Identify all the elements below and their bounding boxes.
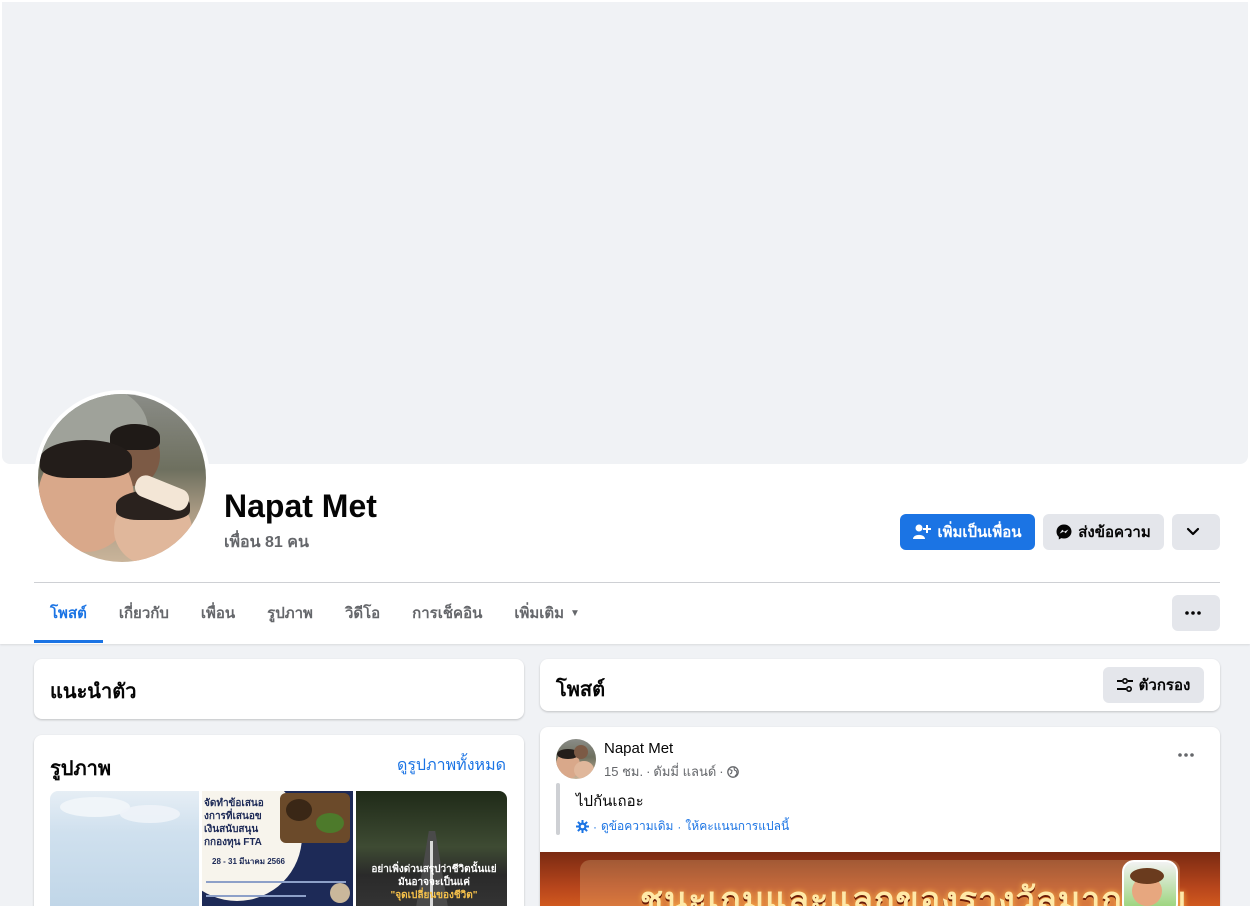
tab-more[interactable]: เพิ่มเติม ▼	[498, 583, 596, 643]
more-actions-button[interactable]	[1172, 514, 1220, 550]
post-author-avatar[interactable]	[556, 739, 596, 779]
photos-card: รูปภาพ ดูรูปภาพทั้งหมด จัดทำข้อเสนอ งการ…	[34, 735, 524, 906]
meta-separator: ·	[593, 819, 597, 834]
filter-label: ตัวกรอง	[1138, 677, 1191, 694]
post-image[interactable]: ชนะเกมและแลกของรางวัลมากมาย	[540, 852, 1220, 906]
more-horizontal-icon	[1185, 611, 1201, 615]
tab-more-label: เพิ่มเติม	[514, 605, 565, 622]
messenger-icon	[1056, 524, 1072, 540]
globe-icon	[726, 765, 739, 778]
see-original-link[interactable]: ดูข้อความเดิม	[601, 817, 673, 836]
translation-bar	[556, 783, 560, 835]
profile-avatar[interactable]	[34, 390, 210, 566]
photo-caption-line: งการที่เสนอข	[204, 811, 262, 822]
rate-translation-link[interactable]: ให้คะแนนการแปลนี้	[685, 817, 789, 836]
photo-caption-line: กกองทุน FTA	[204, 837, 262, 848]
photo-caption-line: "จุดเปลี่ยนของชีวิต"	[390, 890, 478, 901]
see-all-photos-link[interactable]: ดูรูปภาพทั้งหมด	[397, 753, 506, 778]
message-button[interactable]: ส่งข้อความ	[1043, 514, 1164, 550]
tabs-more-button[interactable]	[1172, 595, 1220, 631]
tab-photos-label: รูปภาพ	[267, 605, 313, 622]
tab-videos[interactable]: วิดีโอ	[329, 583, 396, 643]
tab-checkins[interactable]: การเช็คอิน	[396, 583, 498, 643]
photo-thumbnail[interactable]: จัดทำข้อเสนอ งการที่เสนอข เงินสนับสนุน ก…	[202, 791, 353, 906]
profile-name: Napat Met	[224, 488, 377, 524]
post-card: Napat Met 15 ชม. · ดัมมี่ แลนด์ · ไปกันเ…	[540, 727, 1220, 906]
profile-picture	[38, 394, 206, 562]
filter-button[interactable]: ตัวกรอง	[1103, 667, 1204, 703]
add-friend-label: เพิ่มเป็นเพื่อน	[937, 524, 1022, 541]
gear-icon	[576, 820, 589, 833]
tab-friends-label: เพื่อน	[200, 605, 236, 622]
more-horizontal-icon	[1178, 753, 1194, 757]
caret-down-icon: ▼	[570, 607, 580, 619]
game-app-icon	[1122, 860, 1178, 906]
post-location[interactable]: ดัมมี่ แลนด์	[653, 761, 716, 782]
add-friend-button[interactable]: เพิ่มเป็นเพื่อน	[900, 514, 1035, 550]
post-text: ไปกันเถอะ	[576, 793, 644, 810]
meta-separator: ·	[646, 764, 651, 779]
friend-count[interactable]: เพื่อน 81 คน	[224, 530, 309, 555]
post-author-name[interactable]: Napat Met	[604, 740, 673, 757]
tab-posts[interactable]: โพสต์	[34, 583, 103, 643]
photo-caption-line: อย่าเพิ่งด่วนสรุปว่าชีวิตนั้นแย่	[371, 864, 497, 875]
posts-header-card: โพสต์ ตัวกรอง	[540, 659, 1220, 711]
tab-videos-label: วิดีโอ	[344, 605, 381, 622]
post-time[interactable]: 15 ชม.	[604, 761, 643, 782]
tab-friends[interactable]: เพื่อน	[185, 583, 251, 643]
photo-caption-line: 28 - 31 มีนาคม 2566	[212, 857, 286, 866]
filter-icon	[1116, 678, 1133, 692]
post-meta: 15 ชม. · ดัมมี่ แลนด์ ·	[604, 761, 739, 782]
translation-links: · ดูข้อความเดิม · ให้คะแนนการแปลนี้	[576, 817, 789, 836]
tab-about-label: เกี่ยวกับ	[118, 605, 169, 622]
profile-header: Napat Met เพื่อน 81 คน เพิ่มเป็นเพื่อน ส…	[0, 0, 1250, 644]
photo-thumbnail[interactable]	[50, 791, 199, 906]
photo-thumbnail[interactable]: อย่าเพิ่งด่วนสรุปว่าชีวิตนั้นแย่ มันอาจจ…	[356, 791, 507, 906]
message-label: ส่งข้อความ	[1078, 524, 1151, 541]
cover-photo[interactable]	[2, 2, 1248, 464]
tab-photos[interactable]: รูปภาพ	[251, 583, 329, 643]
add-friend-icon	[913, 524, 932, 539]
banner-text: ชนะเกมและแลกของรางวัลมากมาย	[640, 881, 1188, 906]
photo-caption-line: มันอาจจะเป็นแค่	[398, 877, 470, 888]
profile-tabs: โพสต์ เกี่ยวกับ เพื่อน รูปภาพ วิดีโอ การ…	[34, 583, 596, 643]
photo-caption-line: จัดทำข้อเสนอ	[204, 798, 264, 809]
chevron-down-icon	[1186, 527, 1200, 536]
intro-card: แนะนำตัว	[34, 659, 524, 719]
meta-separator: ·	[719, 764, 724, 779]
post-options-button[interactable]	[1174, 747, 1198, 763]
photo-caption-line: เงินสนับสนุน	[204, 824, 259, 835]
posts-title: โพสต์	[556, 679, 606, 701]
tab-checkins-label: การเช็คอิน	[412, 605, 483, 622]
intro-title: แนะนำตัว	[50, 681, 137, 703]
meta-separator: ·	[677, 819, 682, 834]
tab-posts-label: โพสต์	[50, 605, 87, 622]
photos-title: รูปภาพ	[50, 758, 112, 780]
tab-about[interactable]: เกี่ยวกับ	[103, 583, 185, 643]
